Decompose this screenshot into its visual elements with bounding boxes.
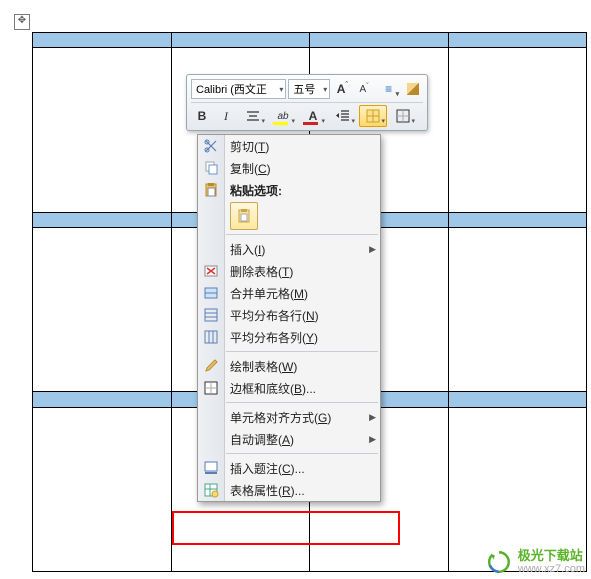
menu-label: 复制(C) [230,160,271,177]
clipboard-icon [236,208,252,224]
highlight-button[interactable]: ab [269,105,297,127]
table-move-handle[interactable]: ✥ [14,14,30,30]
borders-button[interactable] [389,105,417,127]
align-button[interactable] [239,105,267,127]
font-size-combo[interactable]: 五号 ▾ [288,79,330,99]
menu-label: 绘制表格(W) [230,358,297,375]
borders-icon [395,108,411,124]
format-painter-button[interactable] [403,78,423,100]
bold-button[interactable]: B [191,105,213,127]
font-name-combo[interactable]: Calibri (西文正 ▾ [191,79,286,99]
menu-copy[interactable]: 复制(C) [198,157,380,179]
menu-label: 表格属性(R)... [230,482,305,499]
watermark-site-url: www.xz7.com [518,563,585,575]
menu-insert[interactable]: 插入(I) ▶ [198,238,380,260]
shrink-font-button[interactable]: Aˇ [354,78,374,100]
site-logo-icon [486,549,512,575]
shading-button[interactable] [359,105,387,127]
menu-paste-options-header: 粘贴选项: [198,179,380,201]
menu-label: 插入(I) [230,241,265,258]
font-color-button[interactable]: A [299,105,327,127]
paste-keep-source-button[interactable] [230,202,258,230]
distribute-rows-icon [203,307,219,323]
chevron-right-icon: ▶ [369,434,376,445]
menu-table-properties[interactable]: 表格属性(R)... [198,479,380,501]
highlight-color-bar [273,122,288,125]
menu-distribute-rows[interactable]: 平均分布各行(N) [198,304,380,326]
font-color-bar [303,122,318,125]
menu-label: 自动调整(A) [230,431,294,448]
indent-button[interactable] [329,105,357,127]
distribute-cols-icon [203,329,219,345]
menu-borders-shading[interactable]: 边框和底纹(B)... [198,377,380,399]
menu-label: 边框和底纹(B)... [230,380,316,397]
menu-cell-alignment[interactable]: 单元格对齐方式(G) ▶ [198,406,380,428]
chevron-right-icon: ▶ [369,244,376,255]
italic-button[interactable]: I [215,105,237,127]
menu-label: 粘贴选项: [230,182,282,199]
decrease-indent-icon [335,108,351,124]
borders-shading-icon [203,380,219,396]
table-properties-icon [203,482,219,498]
grow-font-button[interactable]: Aˆ [332,78,352,100]
menu-distribute-cols[interactable]: 平均分布各列(Y) [198,326,380,348]
menu-label: 插入题注(C)... [230,460,305,477]
watermark-site-name: 极光下载站 [518,549,585,563]
copy-icon [203,160,219,176]
menu-label: 删除表格(T) [230,263,293,280]
chevron-down-icon: ▾ [279,85,283,94]
menu-label: 合并单元格(M) [230,285,308,302]
font-size-value: 五号 [293,81,315,97]
menu-label: 单元格对齐方式(G) [230,409,331,426]
context-menu: 剪切(T) 复制(C) 粘贴选项: 插入(I) ▶ [197,134,381,502]
chevron-down-icon: ▾ [323,85,327,94]
menu-merge-cells[interactable]: 合并单元格(M) [198,282,380,304]
scissors-icon [203,138,219,154]
menu-label: 剪切(T) [230,138,269,155]
mini-toolbar: Calibri (西文正 ▾ 五号 ▾ Aˆ Aˇ ≡ B I [186,74,428,131]
menu-delete-table[interactable]: 删除表格(T) [198,260,380,282]
paste-options-row [198,201,380,231]
format-painter-icon [407,83,419,95]
menu-autofit[interactable]: 自动调整(A) ▶ [198,428,380,450]
delete-table-icon [203,263,219,279]
menu-label: 平均分布各列(Y) [230,329,318,346]
change-case-button[interactable]: ≡ [376,78,401,100]
menu-label: 平均分布各行(N) [230,307,319,324]
align-center-icon [245,108,261,124]
paste-icon [203,182,219,198]
table-row[interactable] [33,33,587,48]
merge-cells-icon [203,285,219,301]
menu-insert-caption[interactable]: 插入题注(C)... [198,457,380,479]
watermark: 极光下载站 www.xz7.com [486,549,585,575]
menu-cut[interactable]: 剪切(T) [198,135,380,157]
menu-draw-table[interactable]: 绘制表格(W) [198,355,380,377]
font-name-value: Calibri (西文正 [196,81,267,97]
caption-icon [203,460,219,476]
chevron-right-icon: ▶ [369,412,376,423]
pencil-icon [203,358,219,374]
grid-icon [365,108,381,124]
